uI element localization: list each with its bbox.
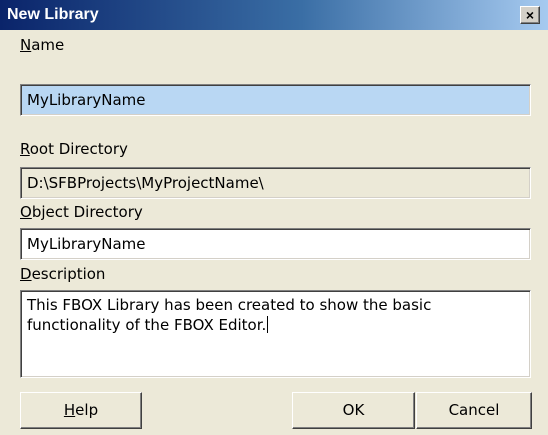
help-button[interactable]: Help [20,392,142,429]
root-directory-field: D:\SFBProjects\MyProjectName\ [20,167,531,199]
root-directory-label-accelerator: R [20,140,30,158]
name-label-accelerator: N [20,36,32,54]
root-directory-label: Root Directory [20,140,128,158]
name-input[interactable]: MyLibraryName [20,84,531,116]
ok-button[interactable]: OK [292,392,415,429]
close-button[interactable]: × [520,6,540,24]
object-directory-label: Object Directory [20,203,143,221]
cancel-button[interactable]: Cancel [416,392,532,429]
description-textarea[interactable]: This FBOX Library has been created to sh… [20,290,531,378]
description-text: This FBOX Library has been created to sh… [27,296,432,334]
description-label: Description [20,265,105,283]
help-button-label: elp [75,401,99,419]
description-label-accelerator: D [20,265,32,283]
name-label: Name [20,36,64,54]
close-icon: × [525,7,535,23]
new-library-dialog: New Library × Name MyLibraryName Root Di… [0,0,548,435]
name-label-text: ame [31,36,65,54]
help-button-accelerator: H [63,401,76,419]
title-bar[interactable]: New Library × [0,0,548,30]
object-directory-input[interactable]: MyLibraryName [20,228,531,260]
object-directory-label-text: bject Directory [31,203,143,221]
root-directory-label-text: oot Directory [29,140,128,158]
description-label-text: escription [31,265,106,283]
object-directory-label-accelerator: O [20,203,32,221]
text-caret [267,316,269,333]
window-title: New Library [7,6,99,23]
